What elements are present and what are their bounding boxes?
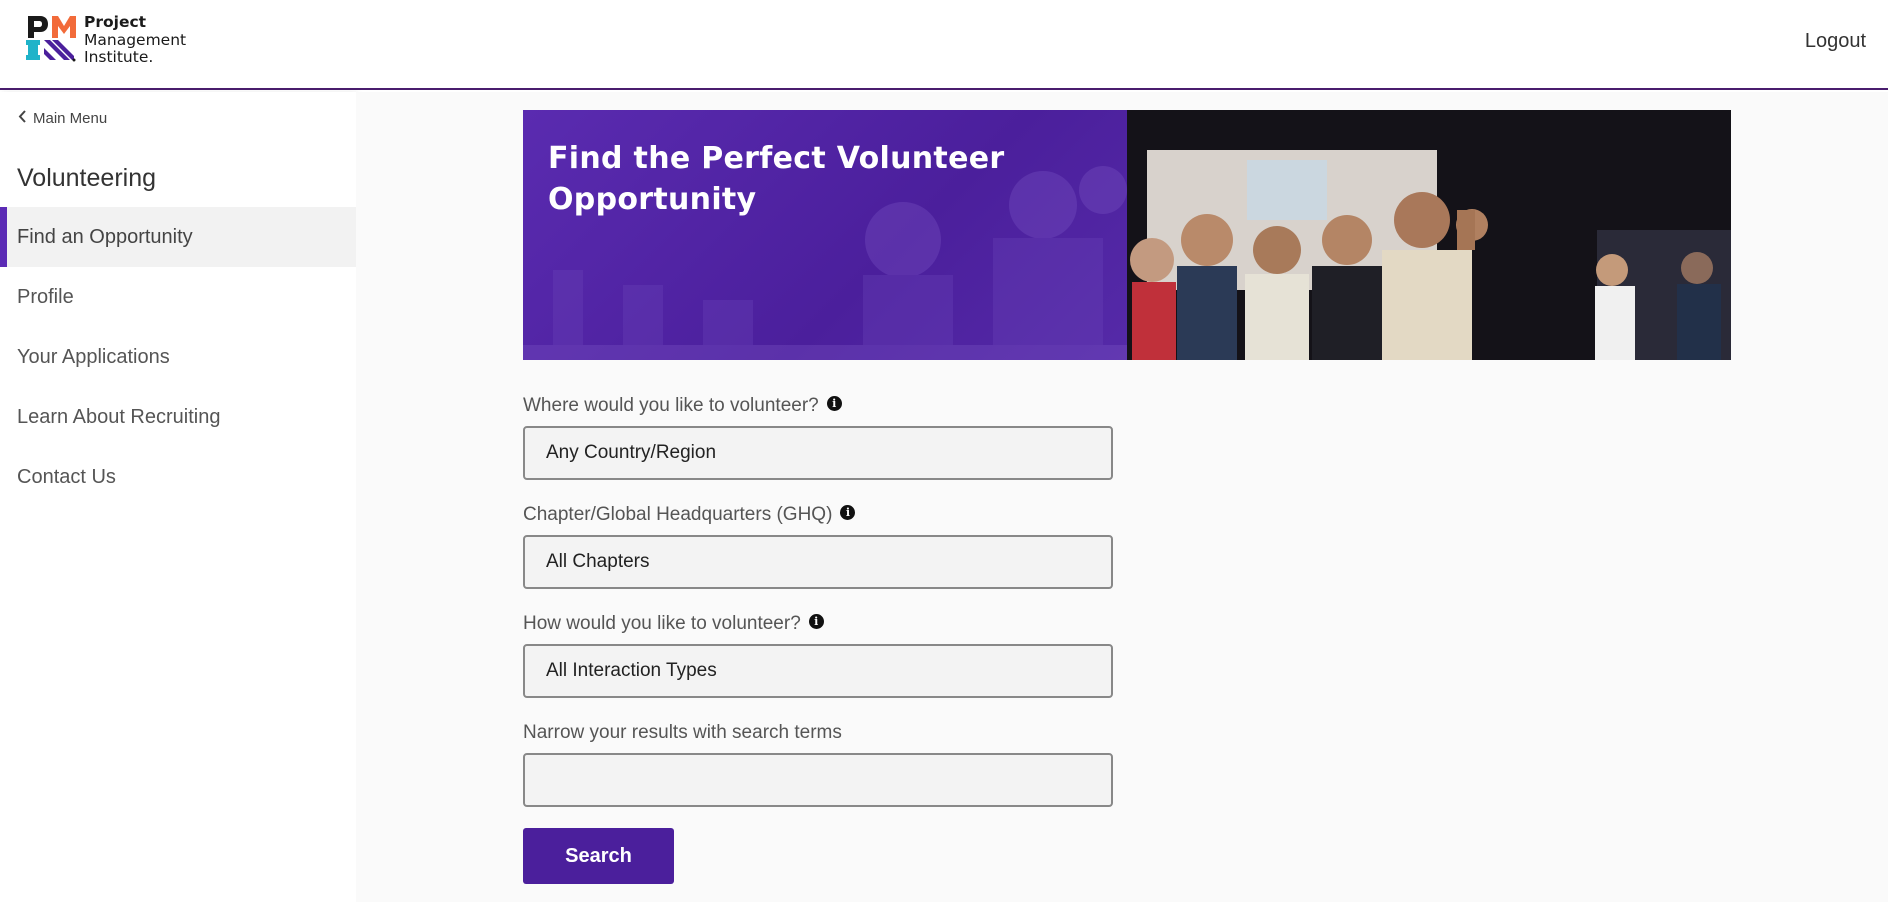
main-content: Find the Perfect Volunteer Opportunity W…	[356, 92, 1888, 902]
location-label-row: Where would you like to volunteer? i	[523, 392, 1123, 420]
banner-title: Find the Perfect Volunteer Opportunity	[548, 138, 1004, 220]
pmi-logo[interactable]: Project Management Institute.	[26, 13, 187, 67]
sidebar-item-find-opportunity[interactable]: Find an Opportunity	[0, 207, 356, 267]
search-form: Where would you like to volunteer? i Any…	[523, 392, 1123, 884]
search-button[interactable]: Search	[523, 828, 674, 884]
interaction-label: How would you like to volunteer?	[523, 613, 801, 634]
top-header: Project Management Institute. Logout	[0, 0, 1888, 90]
banner-photo	[1127, 110, 1731, 360]
logo-line-1: Project	[84, 13, 147, 31]
chevron-left-icon	[18, 110, 27, 127]
banner-title-line-1: Find the Perfect Volunteer	[548, 141, 1005, 176]
chapter-label: Chapter/Global Headquarters (GHQ)	[523, 504, 833, 525]
hero-banner: Find the Perfect Volunteer Opportunity	[523, 110, 1731, 360]
main-menu-link[interactable]: Main Menu	[18, 110, 107, 127]
sidebar-item-profile[interactable]: Profile	[0, 267, 356, 327]
interaction-label-row: How would you like to volunteer? i	[523, 610, 1123, 638]
sidebar-item-learn-recruiting[interactable]: Learn About Recruiting	[0, 387, 356, 447]
info-icon[interactable]: i	[826, 395, 842, 411]
search-terms-label-row: Narrow your results with search terms	[523, 719, 1123, 747]
search-terms-input[interactable]	[523, 753, 1113, 807]
banner-title-line-2: Opportunity	[548, 182, 757, 217]
banner-purple-panel: Find the Perfect Volunteer Opportunity	[523, 110, 1127, 360]
sidebar-item-contact-us[interactable]: Contact Us	[0, 447, 356, 507]
sidebar: Main Menu Volunteering Find an Opportuni…	[0, 92, 356, 902]
pmi-logo-text: Project Management Institute.	[84, 13, 187, 67]
info-icon[interactable]: i	[840, 504, 856, 520]
pmi-logo-mark	[26, 14, 76, 62]
sidebar-section-title: Volunteering	[17, 164, 157, 192]
logo-line-2: Management	[84, 30, 187, 49]
logout-link[interactable]: Logout	[1805, 30, 1866, 53]
interaction-type-select[interactable]: All Interaction Types	[523, 644, 1113, 698]
main-menu-label: Main Menu	[33, 110, 108, 127]
search-terms-label: Narrow your results with search terms	[523, 722, 842, 743]
chapter-label-row: Chapter/Global Headquarters (GHQ) i	[523, 501, 1123, 529]
sidebar-item-your-applications[interactable]: Your Applications	[0, 327, 356, 387]
chapter-select[interactable]: All Chapters	[523, 535, 1113, 589]
location-select[interactable]: Any Country/Region	[523, 426, 1113, 480]
logo-line-3: Institute.	[84, 48, 154, 66]
sidebar-nav: Find an Opportunity Profile Your Applica…	[0, 207, 356, 507]
info-icon[interactable]: i	[808, 613, 824, 629]
location-label: Where would you like to volunteer?	[523, 395, 819, 416]
